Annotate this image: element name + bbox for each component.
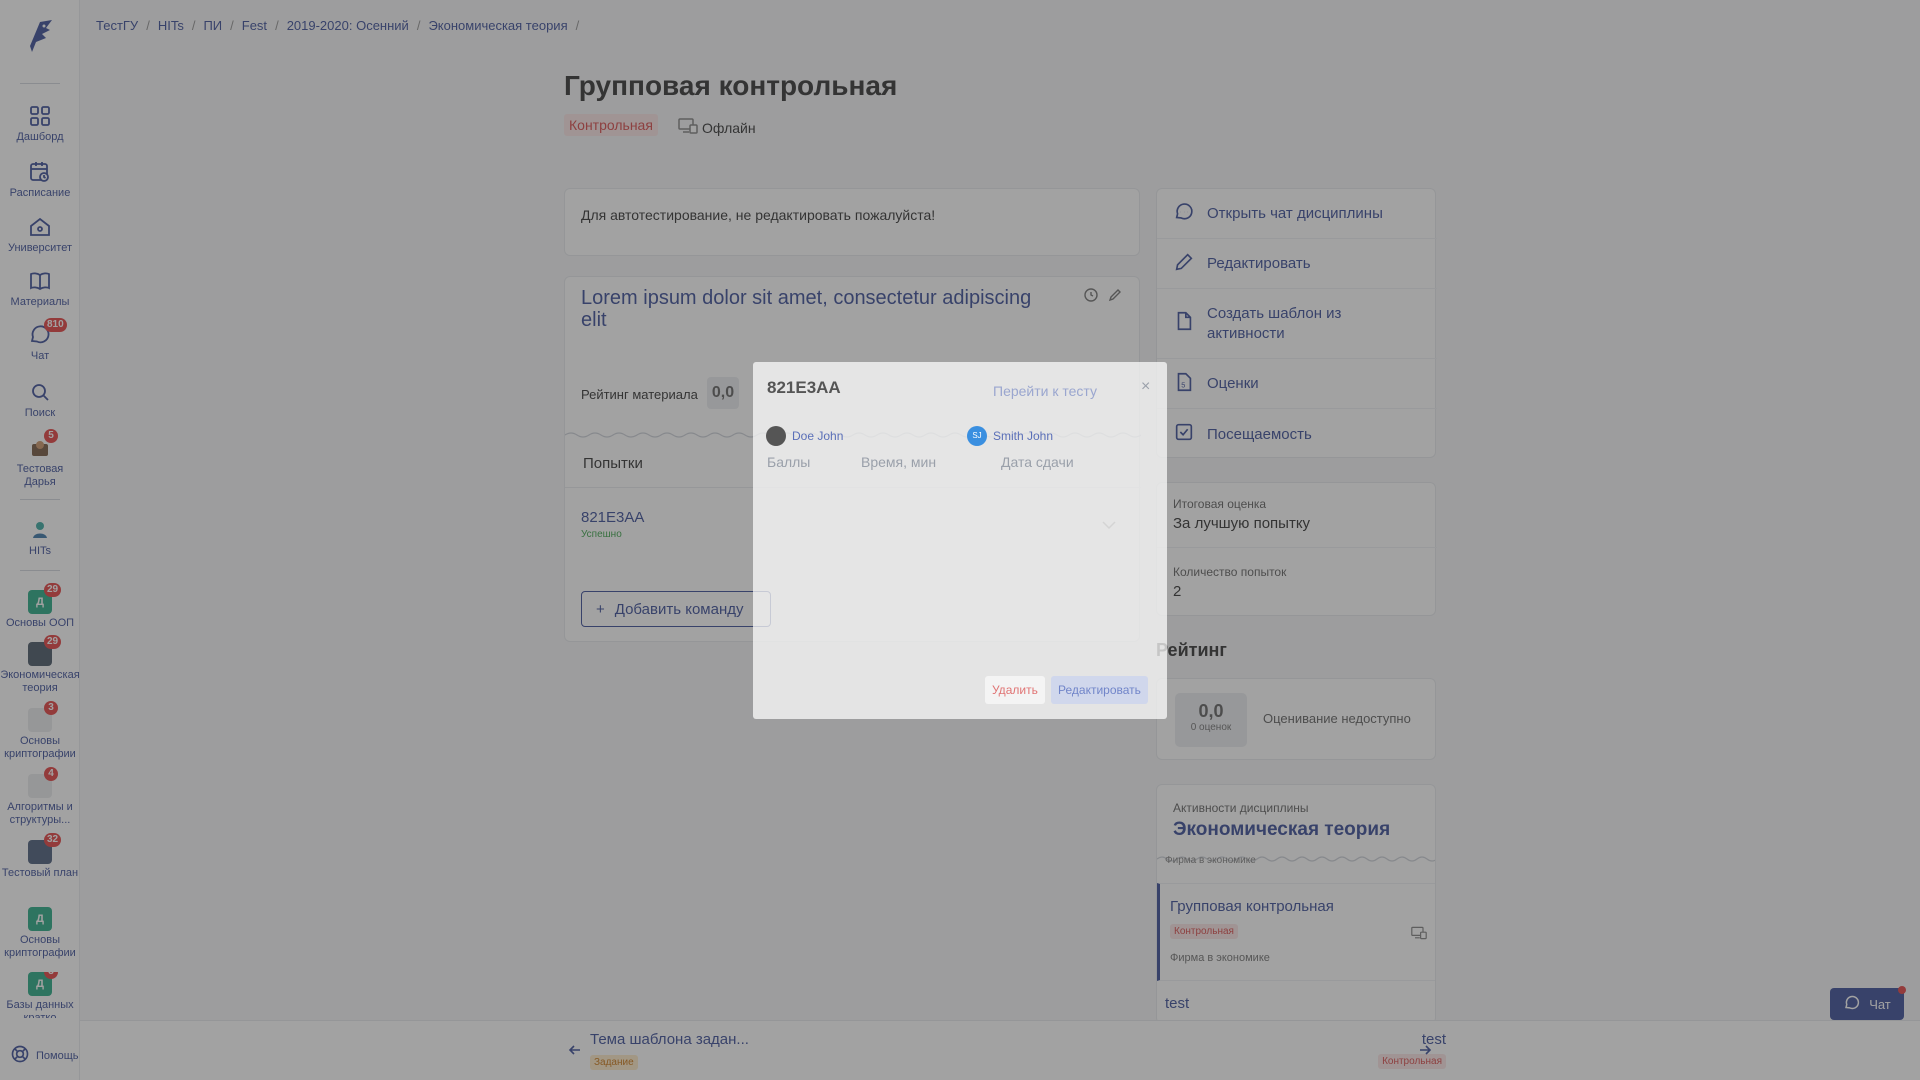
column-header-time: Время, мин — [861, 454, 937, 470]
delete-button[interactable]: Удалить — [985, 676, 1045, 704]
column-header-date: Дата сдачи — [1001, 454, 1074, 470]
edit-button[interactable]: Редактировать — [1051, 676, 1148, 704]
avatar — [766, 426, 786, 446]
column-header-score: Баллы — [767, 454, 811, 470]
modal-title: 821E3AA — [767, 378, 841, 397]
member-name: Smith John — [993, 429, 1054, 443]
attempt-modal: 821E3AA Перейти к тесту × Doe John SJ Sm… — [753, 362, 1167, 719]
avatar: SJ — [967, 426, 987, 446]
team-member[interactable]: SJ Smith John — [967, 426, 1053, 446]
go-to-test-link[interactable]: Перейти к тесту — [993, 383, 1097, 399]
member-name: Doe John — [792, 429, 844, 443]
team-member[interactable]: Doe John — [766, 426, 843, 446]
close-icon[interactable]: × — [1141, 378, 1150, 396]
